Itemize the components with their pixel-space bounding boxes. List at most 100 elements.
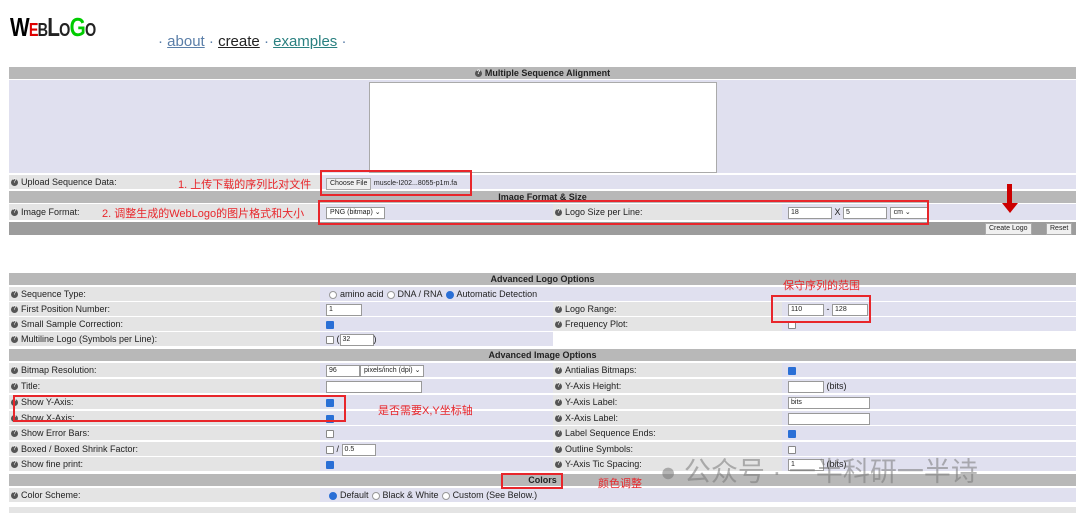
annotation-range: 保守序列的范围 xyxy=(783,280,860,292)
help-icon[interactable]: ? xyxy=(11,492,18,500)
field-label: ? X-Axis Label: xyxy=(553,411,782,425)
field-value xyxy=(782,363,1076,377)
field-value: 96 pixels/inch (dpi) ⌄ xyxy=(320,363,553,377)
help-icon[interactable]: ? xyxy=(11,306,18,314)
watermark: ● 公众号 · 一半科研一半诗 xyxy=(660,457,978,487)
field-value xyxy=(782,426,1076,440)
form-row: ? Sequence Type: amino acid DNA / RNA Automa… xyxy=(9,287,1076,302)
shrink-factor-input[interactable]: 0.5 xyxy=(341,443,376,456)
annotation-box xyxy=(771,295,871,323)
help-icon[interactable]: ? xyxy=(11,461,18,469)
help-icon[interactable]: ? xyxy=(555,383,562,391)
sequence-textarea[interactable] xyxy=(369,82,717,173)
help-icon[interactable]: ? xyxy=(11,179,18,187)
annotation-box xyxy=(318,200,929,225)
field-value: 1 xyxy=(320,302,553,316)
field-value xyxy=(782,411,1076,425)
field-label: ? Multiline Logo (Symbols per Line): xyxy=(9,332,320,346)
radio-amino-acid[interactable] xyxy=(329,290,337,299)
radio-bw[interactable] xyxy=(371,491,380,500)
small-sample-checkbox[interactable] xyxy=(326,320,334,329)
y-axis-height-input[interactable] xyxy=(788,380,824,393)
help-icon[interactable]: ? xyxy=(555,367,562,375)
arrow-down-icon xyxy=(1007,184,1012,204)
field-label: ? Bitmap Resolution: xyxy=(9,363,320,377)
resolution-input[interactable]: 96 xyxy=(326,364,360,377)
field-value: amino acid DNA / RNA Automatic Detection xyxy=(320,287,1076,301)
help-icon[interactable]: ? xyxy=(555,399,562,407)
boxed-checkbox[interactable] xyxy=(326,445,334,454)
radio-custom[interactable] xyxy=(441,491,450,500)
form-row: ? Bitmap Resolution: 96 pixels/inch (dpi) ⌄… xyxy=(9,363,1076,378)
msa-area xyxy=(9,80,1076,173)
help-icon[interactable]: ? xyxy=(555,461,562,469)
about-link[interactable]: about xyxy=(167,33,205,50)
annotation-upload: 1. 上传下载的序列比对文件 xyxy=(178,179,312,191)
help-icon[interactable]: ? xyxy=(11,209,18,217)
examples-link[interactable]: examples xyxy=(273,33,337,50)
error-bars-checkbox[interactable] xyxy=(326,429,334,438)
help-icon[interactable]: ? xyxy=(11,430,18,438)
help-icon[interactable]: ? xyxy=(11,367,18,375)
radio-auto-detect[interactable] xyxy=(445,290,454,299)
radio-default[interactable] xyxy=(329,491,337,500)
y-axis-label-input[interactable]: bits xyxy=(788,396,870,409)
reset-button[interactable]: Reset xyxy=(1046,223,1073,235)
field-value xyxy=(320,457,553,471)
title-input[interactable] xyxy=(326,380,422,393)
form-row: ? Show Error Bars: ? Label Sequence Ends: xyxy=(9,426,1076,441)
weblogo-logo[interactable]: WEBLOGO xyxy=(10,12,96,43)
wechat-icon: ● xyxy=(660,457,677,487)
field-label: ? Y-Axis Label: xyxy=(553,395,782,409)
field-label: ? Antialias Bitmaps: xyxy=(553,363,782,377)
field-label: ? First Position Number: xyxy=(9,302,320,316)
field-label: ? Color Scheme: xyxy=(9,488,320,502)
help-icon[interactable]: ? xyxy=(11,383,18,391)
symbols-per-line-input[interactable]: 32 xyxy=(339,333,374,346)
antialias-checkbox[interactable] xyxy=(788,366,796,375)
top-nav: · about · create · examples · xyxy=(158,33,347,50)
field-label: ? Label Sequence Ends: xyxy=(553,426,782,440)
field-label: ? Sequence Type: xyxy=(9,287,320,301)
label-ends-checkbox[interactable] xyxy=(788,429,796,438)
create-link[interactable]: create xyxy=(218,33,260,50)
advanced-logo-header: Advanced Logo Options xyxy=(9,273,1076,285)
annotation-format: 2. 调整生成的WebLogo的图片格式和大小 xyxy=(102,208,305,220)
form-row: ? Color Scheme: Default Black & White Custom… xyxy=(9,488,1076,503)
annotation-box xyxy=(501,473,563,489)
first-position-input[interactable]: 1 xyxy=(326,303,362,316)
advanced-image-header: Advanced Image Options xyxy=(9,349,1076,361)
msa-header: ? Multiple Sequence Alignment xyxy=(9,67,1076,79)
field-value: Default Black & White Custom (See Below.) xyxy=(320,488,1076,502)
help-icon[interactable]: ? xyxy=(11,321,18,329)
field-label: ? Show Error Bars: xyxy=(9,426,320,440)
help-icon[interactable]: ? xyxy=(11,336,18,344)
fine-print-checkbox[interactable] xyxy=(326,460,334,469)
help-icon[interactable]: ? xyxy=(555,321,562,329)
resolution-unit-select[interactable]: pixels/inch (dpi) ⌄ xyxy=(360,364,425,377)
form-row: ? Multiline Logo (Symbols per Line): (32) xyxy=(9,332,1076,347)
field-value: bits xyxy=(782,395,1076,409)
annotation-box xyxy=(13,395,346,422)
help-icon[interactable]: ? xyxy=(474,70,482,78)
field-value: / 0.5 xyxy=(320,442,553,456)
multiline-checkbox[interactable] xyxy=(326,335,334,344)
field-label: ? Title: xyxy=(9,379,320,393)
field-label: ? Show fine print: xyxy=(9,457,320,471)
arrow-head-icon xyxy=(1002,203,1018,213)
help-icon[interactable]: ? xyxy=(555,446,562,454)
help-icon[interactable]: ? xyxy=(555,430,562,438)
field-value xyxy=(320,379,553,393)
field-value: (bits) xyxy=(782,379,1076,393)
radio-dna-rna[interactable] xyxy=(386,290,395,299)
create-logo-button[interactable]: Create Logo xyxy=(985,223,1032,235)
help-icon[interactable]: ? xyxy=(11,446,18,454)
help-icon[interactable]: ? xyxy=(555,306,562,314)
help-icon[interactable]: ? xyxy=(11,291,18,299)
form-row: ? Small Sample Correction: ? Frequency Plot… xyxy=(9,317,1076,332)
upload-row: ? Upload Sequence Data: Choose File muscl… xyxy=(9,175,1076,190)
field-value xyxy=(320,317,553,331)
form-row: ? Title: ? Y-Axis Height: (bits) xyxy=(9,379,1076,394)
x-axis-label-input[interactable] xyxy=(788,412,870,425)
help-icon[interactable]: ? xyxy=(555,415,562,423)
